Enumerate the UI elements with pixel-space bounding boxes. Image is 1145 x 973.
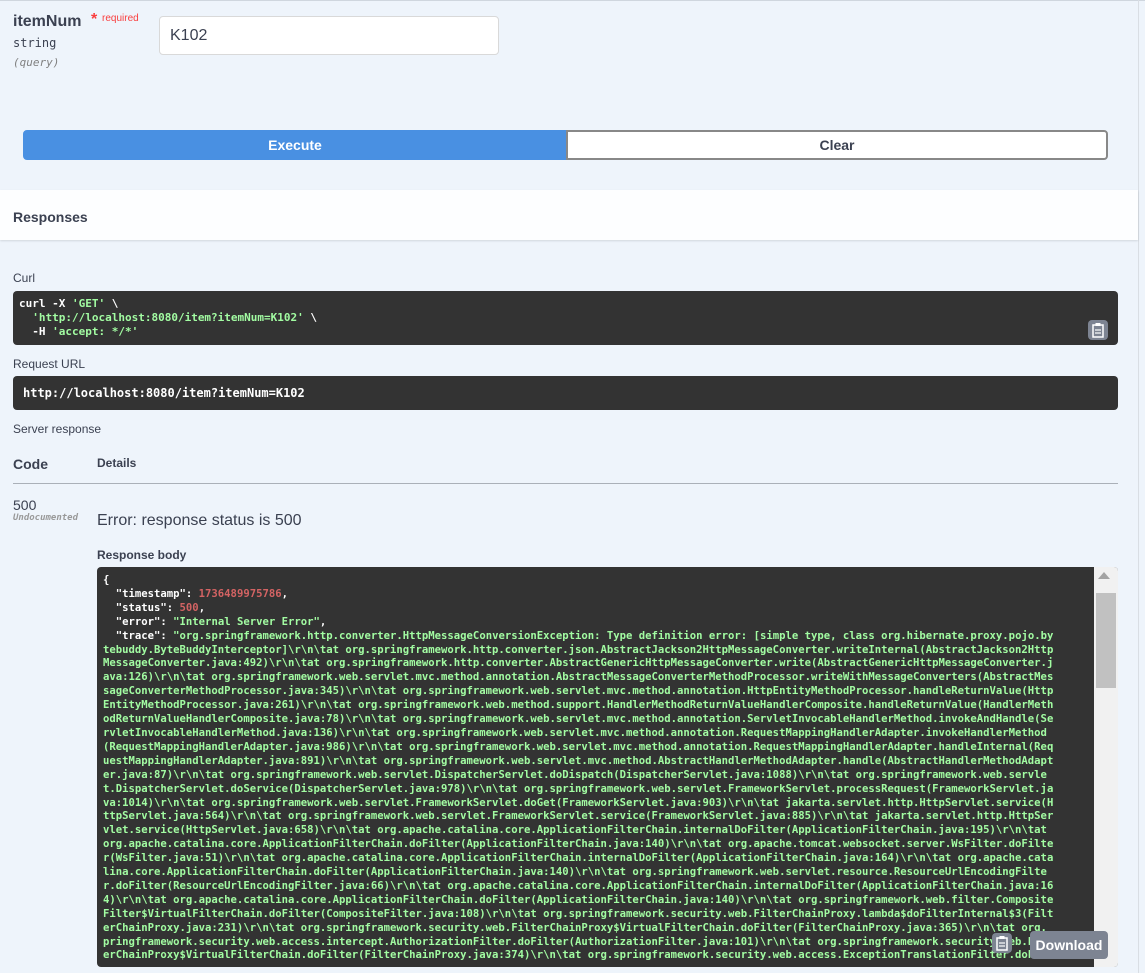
json-trace-line: pringframework.security.web.access.inter… <box>103 935 1054 948</box>
param-location: (query) <box>13 56 60 69</box>
param-name: itemNum <box>13 13 82 30</box>
required-label: required <box>102 13 139 24</box>
json-trace-line: tebuddy.ByteBuddyInterceptor]\r\n\tat or… <box>103 643 1054 656</box>
json-trace-line: t.DispatcherServlet.doService(Dispatcher… <box>103 782 1054 795</box>
execute-button[interactable]: Execute <box>23 130 567 160</box>
response-body-json: { "timestamp": 1736489975786, "status": … <box>103 574 1088 963</box>
curl-command: curl -X 'GET' \ 'http://localhost:8080/i… <box>19 297 318 338</box>
right-divider <box>1138 0 1139 973</box>
table-divider <box>13 483 1118 484</box>
json-trace-line: org.apache.catalina.core.ApplicationFilt… <box>103 838 1054 851</box>
json-open-brace: { <box>103 574 110 586</box>
details-column-header: Details <box>97 456 137 470</box>
json-trace-line: ava:126)\r\n\tat org.springframework.web… <box>103 671 1054 684</box>
error-message: Error: response status is 500 <box>97 512 302 529</box>
json-trace-line: odReturnValueHandlerComposite.java:78)\r… <box>103 713 1054 726</box>
json-trace-line: vlet.service(HttpServlet.java:658)\r\n\t… <box>103 824 1047 837</box>
json-trace-line: erChainProxy$VirtualFilterChain.doFilter… <box>103 949 1054 962</box>
undocumented-badge: Undocumented <box>13 513 79 523</box>
scroll-up-arrow-icon[interactable] <box>1098 572 1110 579</box>
json-trace-line: 4)\r\n\tat org.apache.catalina.core.Appl… <box>103 893 1054 906</box>
json-trace-line: r(WsFilter.java:51)\r\n\tat org.apache.c… <box>103 852 1054 865</box>
json-trace-line: er.java:87)\r\n\tat org.springframework.… <box>103 768 1047 781</box>
json-trace-line: va:1014)\r\n\tat org.springframework.web… <box>103 796 1054 809</box>
json-error: "error": "Internal Server Error", <box>103 615 327 628</box>
itemnum-input[interactable] <box>159 16 499 55</box>
json-trace-line: r.doFilter(ResourceUrlEncodingFilter.jav… <box>103 879 1054 892</box>
curl-block: curl -X 'GET' \ 'http://localhost:8080/i… <box>13 291 1118 345</box>
json-trace-line: uestMappingHandlerAdapter.java:891)\r\n\… <box>103 754 1054 767</box>
json-trace-line: erChainProxy.java:231)\r\n\tat org.sprin… <box>103 921 1047 934</box>
json-trace-line: rvletInvocableHandlerMethod.java:136)\r\… <box>103 726 1047 739</box>
server-response-label: Server response <box>13 422 102 436</box>
clear-button[interactable]: Clear <box>566 130 1108 160</box>
json-trace-line: (RequestMappingHandlerAdapter.java:986)\… <box>103 740 1054 753</box>
download-button[interactable]: Download <box>1030 931 1108 959</box>
request-url-block: http://localhost:8080/item?itemNum=K102 <box>13 376 1118 410</box>
code-column-header: Code <box>13 456 48 472</box>
responses-title: Responses <box>13 209 88 225</box>
json-trace-line: ttpServlet.java:564)\r\n\tat org.springf… <box>103 810 1054 823</box>
json-trace-line: EntityMethodProcessor.java:261)\r\n\tat … <box>103 699 1054 712</box>
json-trace-line: lina.core.ApplicationFilterChain.doFilte… <box>103 866 1047 879</box>
copy-response-icon[interactable] <box>992 933 1012 953</box>
status-code: 500 <box>13 497 37 513</box>
scrollbar-thumb[interactable] <box>1096 593 1116 688</box>
responses-header <box>0 190 1138 240</box>
required-star: * <box>91 11 98 28</box>
json-trace-line: sageConverterMethodProcessor.java:345)\r… <box>103 685 1054 698</box>
request-url: http://localhost:8080/item?itemNum=K102 <box>23 386 305 400</box>
json-trace-line: MessageConverter.java:492)\r\n\tat org.s… <box>103 657 1054 670</box>
json-status: "status": 500, <box>103 601 206 614</box>
request-url-label: Request URL <box>13 357 86 371</box>
json-trace-line: "trace": "org.springframework.http.conve… <box>103 629 1054 642</box>
copy-to-clipboard-icon[interactable] <box>1088 320 1108 340</box>
response-body-label: Response body <box>97 548 187 562</box>
json-timestamp: "timestamp": 1736489975786, <box>103 587 288 600</box>
response-body-block[interactable]: { "timestamp": 1736489975786, "status": … <box>97 567 1118 967</box>
curl-label: Curl <box>13 271 36 285</box>
top-divider <box>0 0 1145 1</box>
json-trace-line: Filter$VirtualFilterChain.doFilter(Compo… <box>103 907 1054 920</box>
param-type: string <box>13 36 57 50</box>
